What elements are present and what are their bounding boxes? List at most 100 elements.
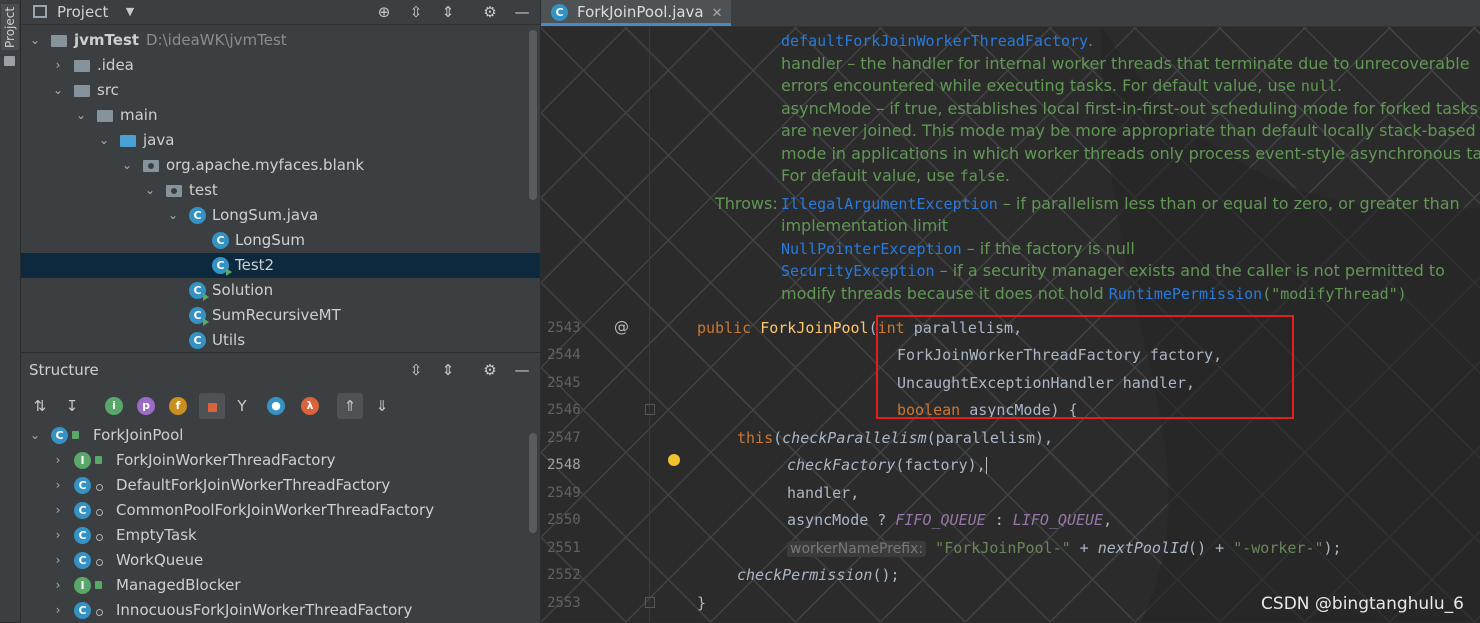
- structure-item[interactable]: › C DefaultForkJoinWorkerThreadFactory: [21, 473, 540, 498]
- expand-all-icon[interactable]: ⇳: [407, 361, 425, 379]
- code-editor[interactable]: 2543 2544 2545 2546 2547 2548 2549 2550 …: [541, 27, 1480, 622]
- show-non-public-toggle[interactable]: [199, 393, 225, 419]
- doc-line: implementation limit: [781, 216, 949, 235]
- interface-icon: I: [74, 577, 91, 594]
- tree-item[interactable]: ⌄ src: [21, 78, 540, 103]
- code-line-2553[interactable]: }: [697, 594, 706, 612]
- chevron-down-icon[interactable]: ▼: [121, 3, 139, 21]
- structure-item[interactable]: › C EmptyTask: [21, 523, 540, 548]
- chevron-down-icon[interactable]: ⌄: [29, 423, 41, 448]
- gear-icon[interactable]: ⚙: [481, 3, 499, 21]
- doc-link[interactable]: IllegalArgumentException: [781, 195, 998, 213]
- chevron-down-icon[interactable]: ⌄: [52, 78, 64, 103]
- code-line-2547[interactable]: this(checkParallelism(parallelism),: [737, 429, 1053, 447]
- chevron-right-icon[interactable]: ›: [52, 53, 64, 78]
- sort-visibility-icon[interactable]: ⇅: [31, 397, 49, 415]
- tab-forkjoinpool[interactable]: C ForkJoinPool.java ✕: [541, 0, 731, 26]
- show-lambdas-icon[interactable]: λ: [301, 397, 319, 415]
- text-caret: [985, 457, 987, 474]
- doc-link[interactable]: SecurityException: [781, 262, 935, 280]
- code-line-2550[interactable]: asyncMode ? FIFO_QUEUE : LIFO_QUEUE,: [787, 511, 1112, 529]
- fold-marker-icon[interactable]: [645, 404, 655, 415]
- code-line-2549[interactable]: handler,: [787, 484, 859, 502]
- code-text: ();: [872, 566, 900, 584]
- doc-link[interactable]: RuntimePermission: [1109, 285, 1263, 303]
- chevron-right-icon[interactable]: ›: [52, 498, 64, 523]
- structure-item[interactable]: › I ManagedBlocker: [21, 573, 540, 598]
- autoscroll-from-source-icon[interactable]: ⇓: [373, 397, 391, 415]
- chevron-right-icon[interactable]: ›: [52, 598, 64, 623]
- project-path: D:\ideaWK\jvmTest: [146, 31, 287, 49]
- structure-scrollbar[interactable]: [529, 433, 537, 533]
- structure-item[interactable]: › I ForkJoinWorkerThreadFactory: [21, 448, 540, 473]
- project-panel: Project ▼ ⊕ ⇳ ⇕ ⚙ — ⌄ jvmTest D:\ideaWK\jv…: [21, 0, 540, 352]
- chevron-right-icon[interactable]: ›: [52, 548, 64, 573]
- chevron-right-icon[interactable]: ›: [52, 523, 64, 548]
- chevron-down-icon[interactable]: ⌄: [75, 103, 87, 128]
- chevron-down-icon[interactable]: ⌄: [167, 203, 179, 228]
- class-icon: C: [74, 602, 91, 619]
- locate-icon[interactable]: ⊕: [375, 3, 393, 21]
- tree-item-label: Utils: [212, 331, 246, 349]
- fold-marker-icon[interactable]: [645, 597, 655, 608]
- collapse-all-icon[interactable]: ⇕: [439, 3, 457, 21]
- gear-icon[interactable]: ⚙: [481, 361, 499, 379]
- structure-item-label: InnocuousForkJoinWorkerThreadFactory: [116, 601, 413, 619]
- tree-item[interactable]: ⌄ test: [21, 178, 540, 203]
- lightbulb-icon[interactable]: [668, 454, 680, 466]
- show-anonymous-icon[interactable]: ●: [267, 397, 285, 415]
- tree-item[interactable]: C SumRecursiveMT: [21, 303, 540, 328]
- override-annotation-icon[interactable]: @: [614, 318, 629, 336]
- doc-link[interactable]: NullPointerException: [781, 240, 962, 258]
- show-inherited-icon[interactable]: i: [105, 397, 123, 415]
- tree-item[interactable]: ⌄ jvmTest D:\ideaWK\jvmTest: [21, 28, 540, 53]
- chevron-down-icon[interactable]: ⌄: [121, 153, 133, 178]
- package-icon: [166, 185, 182, 197]
- collapse-all-icon[interactable]: ⇕: [439, 361, 457, 379]
- doc-text: errors encountered while executing tasks…: [781, 76, 1301, 95]
- structure-item[interactable]: ⌄ C ForkJoinPool: [21, 423, 540, 448]
- autoscroll-to-source-icon[interactable]: ⇑: [337, 393, 363, 419]
- doc-line: SecurityException – if a security manage…: [781, 261, 1445, 280]
- doc-link[interactable]: defaultForkJoinWorkerThreadFactory: [781, 32, 1088, 50]
- tree-item[interactable]: › .idea: [21, 53, 540, 78]
- chevron-down-icon[interactable]: ⌄: [144, 178, 156, 203]
- code-line-2548[interactable]: checkFactory(factory),: [787, 456, 987, 474]
- chevron-right-icon[interactable]: ›: [52, 448, 64, 473]
- tree-item[interactable]: C Utils: [21, 328, 540, 353]
- tree-item-label: src: [97, 81, 119, 99]
- minimize-icon[interactable]: —: [513, 3, 531, 21]
- tree-item[interactable]: C Test2: [21, 253, 540, 278]
- class-icon: C: [212, 257, 232, 276]
- chevron-right-icon[interactable]: ›: [52, 573, 64, 598]
- project-tool-button[interactable]: Project: [1, 4, 19, 50]
- expand-all-icon[interactable]: ⇳: [407, 3, 425, 21]
- structure-item[interactable]: › C InnocuousForkJoinWorkerThreadFactory: [21, 598, 540, 623]
- code-text: +: [1070, 539, 1098, 557]
- hierarchy-icon[interactable]: Y: [233, 397, 251, 415]
- show-properties-icon[interactable]: p: [137, 397, 155, 415]
- code-line-2552[interactable]: checkPermission();: [737, 566, 900, 584]
- chevron-right-icon[interactable]: ›: [52, 473, 64, 498]
- tree-item[interactable]: ⌄ C LongSum.java: [21, 203, 540, 228]
- tree-item[interactable]: C LongSum: [21, 228, 540, 253]
- code-line-2551[interactable]: workerNamePrefix: "ForkJoinPool-" + next…: [787, 539, 1342, 557]
- minimize-icon[interactable]: —: [513, 361, 531, 379]
- tree-item[interactable]: ⌄ main: [21, 103, 540, 128]
- tree-item[interactable]: ⌄ java: [21, 128, 540, 153]
- close-icon[interactable]: ✕: [712, 6, 723, 21]
- chevron-down-icon[interactable]: ⌄: [98, 128, 110, 153]
- structure-item[interactable]: › C CommonPoolForkJoinWorkerThreadFactory: [21, 498, 540, 523]
- chevron-down-icon[interactable]: ⌄: [29, 28, 41, 53]
- project-view-selector[interactable]: Project: [57, 3, 108, 21]
- project-toolbar: Project ▼ ⊕ ⇳ ⇕ ⚙ —: [21, 0, 540, 25]
- string-literal: "-worker-": [1233, 539, 1324, 557]
- tree-item[interactable]: C Solution: [21, 278, 540, 303]
- structure-item[interactable]: › C WorkQueue: [21, 548, 540, 573]
- tree-item-label: main: [120, 106, 158, 124]
- project-scrollbar[interactable]: [529, 30, 537, 200]
- tree-item[interactable]: ⌄ org.apache.myfaces.blank: [21, 153, 540, 178]
- sort-alpha-icon[interactable]: ↧: [63, 397, 81, 415]
- show-fields-icon[interactable]: f: [169, 397, 187, 415]
- structure-item-label: ForkJoinPool: [93, 426, 184, 444]
